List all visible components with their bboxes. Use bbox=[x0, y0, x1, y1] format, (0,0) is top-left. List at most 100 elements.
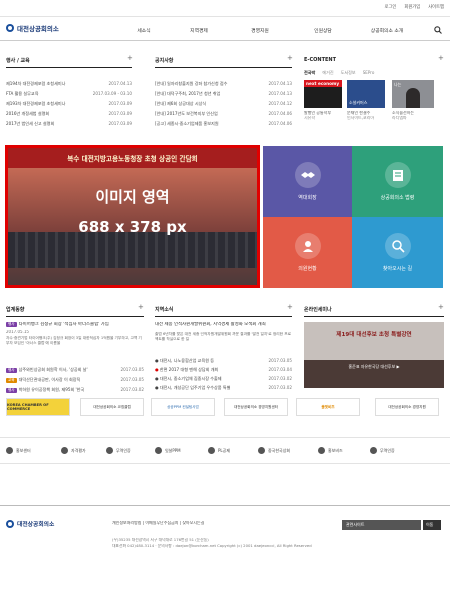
econtent-tabs: 전국박 에거진 도서정보 SEPro bbox=[304, 70, 374, 76]
link-icon bbox=[106, 447, 113, 454]
link-icon bbox=[61, 447, 68, 454]
quick-laws[interactable]: 상공회의소 법령 bbox=[352, 146, 443, 217]
go-button[interactable]: 이동 bbox=[423, 520, 441, 530]
placeholder-label: 이미지 영역 bbox=[95, 188, 170, 206]
industry-headline[interactable]: 행사 타이어뱅크 김정규 회장 '적십자 아너스클럽' 가입 bbox=[6, 322, 146, 328]
econtent-sub: 시유학 bbox=[304, 116, 316, 120]
list-item[interactable]: 2016년 개정세법 설명회 2017.03.09 bbox=[6, 111, 132, 117]
handshake-icon bbox=[294, 162, 321, 188]
quick-location[interactable]: 찾아오시는 길 bbox=[352, 217, 443, 288]
econtent-title: E-CONTENT bbox=[304, 57, 337, 63]
related-sites-select[interactable]: 관련사이트 bbox=[342, 520, 421, 530]
more-industry-plus-icon[interactable]: + bbox=[138, 304, 144, 311]
crowd-shape bbox=[8, 232, 257, 268]
list-item[interactable]: 제193차 대전경제포럼 초청세미나 2017.03.09 bbox=[6, 101, 132, 107]
more-regional-plus-icon[interactable]: + bbox=[287, 304, 293, 311]
quick-link[interactable]: PL공제 bbox=[208, 447, 230, 454]
list-item[interactable]: [안내] 제6회 상공대상 시상식 2017.04.12 bbox=[155, 101, 292, 107]
nav-item[interactable]: 세소식 bbox=[137, 27, 150, 34]
tab-econtent[interactable]: 전국박 bbox=[304, 70, 315, 76]
seminar-slide-sub: 홍준표 자유한국당 대선후보 ▶ bbox=[348, 364, 400, 369]
seminar-thumbnail[interactable]: 제19대 대선후보 초청 특별강연 홍준표 자유한국당 대선후보 ▶ bbox=[304, 322, 444, 388]
econtent-sub: 라디엠파 bbox=[392, 116, 407, 120]
industry-underline bbox=[6, 316, 144, 317]
person-photo bbox=[406, 88, 420, 108]
list-item[interactable]: 행사 박하원 유이공정책 회원, 제95회 '한국 2017.03.02 bbox=[6, 387, 144, 393]
list-item[interactable]: ● 대전시, 나노융합산업 교육원 등 2017.03.05 bbox=[155, 358, 292, 364]
main-banner[interactable]: 복수 대전지방고용노동청장 초청 상공인 간담회 이미지 영역 688 x 37… bbox=[5, 145, 260, 288]
nav-item[interactable]: 인원상담 bbox=[314, 27, 332, 34]
map-search-icon bbox=[384, 233, 411, 259]
law-book-icon bbox=[384, 162, 411, 188]
divider bbox=[0, 437, 450, 438]
list-item[interactable]: FTA 활용 실무교육 2017.03.09 - 03.10 bbox=[6, 91, 132, 97]
footer-logo: 대전상공회의소 bbox=[6, 519, 54, 528]
more-seminar-plus-icon[interactable]: + bbox=[438, 304, 444, 311]
tab-econtent[interactable]: 도서정보 bbox=[341, 70, 356, 76]
industry-date: 2017.05.15 bbox=[6, 330, 29, 334]
partner-banner[interactable]: 대전상공회의소 경영지원 bbox=[375, 398, 439, 416]
quick-link[interactable]: 잇살PPM bbox=[155, 447, 181, 454]
seminar-title: 온라인세미나 bbox=[304, 307, 332, 313]
login-link[interactable]: 로그인 bbox=[385, 4, 397, 10]
econtent-thumb[interactable]: 소설커머스 bbox=[347, 80, 385, 108]
partner-banner[interactable]: 올댓비즈 bbox=[296, 398, 360, 416]
seminar-slide-title: 제19대 대선후보 초청 특별강연 bbox=[336, 332, 412, 338]
econtent-thumb[interactable]: next economy bbox=[304, 80, 342, 108]
footer-contact: 대표전화 042)480-3114 · 문의사항 : daejon@korcha… bbox=[112, 544, 312, 548]
quick-link[interactable]: 무역인증 bbox=[370, 447, 395, 454]
partner-banner[interactable]: KOREA CHAMBER OF COMMERCE bbox=[6, 398, 70, 416]
quick-link[interactable]: 자격평가 bbox=[61, 447, 86, 454]
econtent-sub: 인사이트,코리아 bbox=[347, 116, 375, 120]
list-item[interactable]: 제194차 대전경제포럼 초청세미나 2017.04.13 bbox=[6, 81, 132, 87]
list-item[interactable]: [안내] 일자리창출지원 강좌 참가신청 접수 2017.04.13 bbox=[155, 81, 292, 87]
events-title: 행사 / 교육 bbox=[6, 58, 30, 64]
list-item[interactable]: ● 대전시, 중소기업체 집중시장 수출제 2017.03.02 bbox=[155, 376, 292, 382]
list-item[interactable]: ● 한편 2017 대형 멘해 상담회 개최 2017.03.04 bbox=[155, 367, 292, 373]
sitemap-link[interactable]: 사이트맵 bbox=[428, 4, 444, 10]
main-nav: 세소식 지역경제 경영지원 인원상담 상공회의소 소개 bbox=[0, 27, 450, 37]
list-item[interactable]: ● 대전시, 개성공단 입주기업 우수상품 특별 2017.03.02 bbox=[155, 385, 292, 391]
list-item[interactable]: 교육 대덕산단관내공판, 이사장 이 회장직 2017.03.05 bbox=[6, 377, 144, 383]
partner-banner[interactable]: 대전상공회의소 코칭클럽 bbox=[80, 398, 144, 416]
more-events-plus-icon[interactable]: + bbox=[127, 55, 133, 62]
banner-heading: 복수 대전지방고용노동청장 초청 상공인 간담회 bbox=[8, 148, 257, 168]
members-icon bbox=[294, 233, 321, 259]
tab-econtent[interactable]: 에거진 bbox=[322, 70, 333, 76]
list-item[interactable]: [공고] 세종시·중소기업제품 홍보지원 2017.04.06 bbox=[155, 121, 292, 127]
industry-desc: 자수·중견기업 타이어뱅크(주) 김정규 회장이 3일 대한적십자 1억원을 기… bbox=[6, 336, 142, 346]
more-notices-plus-icon[interactable]: + bbox=[287, 55, 293, 62]
seminar-underline bbox=[304, 316, 444, 317]
nav-item[interactable]: 지역경제 bbox=[190, 27, 208, 34]
utility-links: 로그인 회원가입 사이트맵 bbox=[385, 4, 444, 10]
partner-banner[interactable]: 대전상공회의소 경영지원센터 bbox=[224, 398, 288, 416]
regional-underline bbox=[155, 316, 292, 317]
econtent-thumb[interactable]: 나는 bbox=[392, 80, 434, 108]
link-icon bbox=[208, 447, 215, 454]
nav-item[interactable]: 상공회의소 소개 bbox=[371, 27, 403, 34]
list-item[interactable]: [안내] 대덕구주최, 2017년 청년 취업 2017.04.13 bbox=[155, 91, 292, 97]
link-icon bbox=[6, 447, 13, 454]
placeholder-size: 688 x 378 px bbox=[78, 218, 187, 236]
list-item[interactable]: 행사 삼주와빈상공회 회원학 이사, '상공회 날' 2017.03.05 bbox=[6, 367, 144, 373]
divider bbox=[0, 463, 450, 464]
footer-links[interactable]: 개인정보처리방침 | 이메일무단수집금지 | 찾아오시는길 bbox=[112, 521, 204, 526]
nav-divider bbox=[0, 40, 450, 41]
tab-econtent[interactable]: SEPro bbox=[363, 70, 375, 76]
link-icon bbox=[318, 447, 325, 454]
nav-item[interactable]: 경영지원 bbox=[251, 27, 269, 34]
quick-members[interactable]: 의원현황 bbox=[263, 217, 352, 288]
quick-link[interactable]: 홍보센터 bbox=[6, 447, 31, 454]
footer-divider bbox=[0, 505, 450, 506]
join-link[interactable]: 회원가입 bbox=[404, 4, 420, 10]
regional-headline[interactable]: 대전 세종 인적자원개발위원회, 지역경제 활성화 모색회 개최 bbox=[155, 322, 292, 327]
search-icon[interactable] bbox=[434, 26, 442, 34]
quick-presidents[interactable]: 역대회장 bbox=[263, 146, 352, 217]
more-econtent-plus-icon[interactable]: + bbox=[438, 55, 444, 62]
quick-link[interactable]: 중국한국상회 bbox=[258, 447, 290, 454]
quick-link[interactable]: 홍보비즈 bbox=[318, 447, 343, 454]
quick-link[interactable]: 무역인증 bbox=[106, 447, 131, 454]
list-item[interactable]: 2017년 법인세 신고 설명회 2017.03.09 bbox=[6, 121, 132, 127]
partner-banner[interactable]: 상공PPM 컨설팅사업 bbox=[151, 398, 215, 416]
list-item[interactable]: [안내] 2017년도 보건복지부 인신업 2017.04.06 bbox=[155, 111, 292, 117]
